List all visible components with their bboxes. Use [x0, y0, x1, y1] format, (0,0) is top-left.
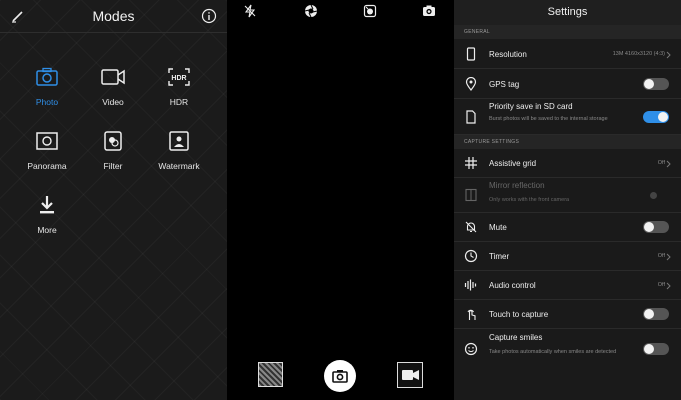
- mode-label: HDR: [169, 97, 189, 107]
- mode-hdr[interactable]: HDR HDR: [144, 66, 214, 107]
- filter-effect-icon[interactable]: [363, 4, 377, 18]
- shutter-button[interactable]: [324, 360, 356, 392]
- grid-icon: [465, 157, 477, 169]
- setting-value: Off: [657, 160, 665, 166]
- mode-video[interactable]: Video: [78, 66, 148, 107]
- timer-icon: [464, 249, 478, 263]
- setting-name: Mirror reflection: [489, 181, 545, 190]
- setting-description: Burst photos will be saved to the intern…: [489, 116, 608, 122]
- mode-watermark[interactable]: Watermark: [144, 130, 214, 171]
- setting-mirror-reflection: Mirror reflection Only works with the fr…: [454, 178, 681, 213]
- setting-resolution[interactable]: Resolution 13M 4160x3120 (4:3): [454, 39, 681, 69]
- hdr-glyph: HDR: [171, 75, 186, 82]
- setting-touch-to-capture[interactable]: Touch to capture: [454, 300, 681, 329]
- mirror-reflection-indicator: [650, 192, 657, 199]
- setting-name: Resolution: [489, 50, 527, 59]
- mode-photo[interactable]: Photo: [12, 66, 82, 107]
- file-icon: [466, 110, 476, 124]
- hdr-icon: HDR: [168, 68, 190, 86]
- video-camera-icon: [402, 370, 419, 380]
- camera-controls: [227, 352, 454, 400]
- setting-name: Priority save in SD card: [489, 102, 573, 111]
- aperture-icon[interactable]: [304, 4, 318, 18]
- setting-description: Take photos automatically when smiles ar…: [489, 349, 617, 355]
- setting-priority-save[interactable]: Priority save in SD card Burst photos wi…: [454, 99, 681, 135]
- priority-save-toggle[interactable]: [643, 111, 669, 123]
- mode-filter[interactable]: Filter: [78, 130, 148, 171]
- setting-name: Timer: [489, 252, 510, 261]
- touch-icon: [467, 309, 476, 320]
- setting-gps-tag[interactable]: GPS tag: [454, 69, 681, 99]
- flash-off-icon[interactable]: [243, 4, 257, 18]
- setting-audio-control[interactable]: Audio control Off: [454, 271, 681, 300]
- mute-bell-icon: [465, 221, 477, 233]
- mode-more[interactable]: More: [12, 194, 82, 235]
- filter-icon: [104, 131, 122, 151]
- settings-title: Settings: [454, 0, 681, 25]
- phone-icon: [466, 47, 476, 61]
- mode-panorama[interactable]: Panorama: [12, 130, 82, 171]
- setting-name: GPS tag: [489, 80, 520, 89]
- settings-panel: Settings GENERAL Resolution 13M 4160x312…: [454, 0, 681, 400]
- mode-label: Video: [102, 97, 124, 107]
- chevron-right-icon: [666, 160, 671, 168]
- mode-label: Photo: [35, 97, 59, 107]
- video-record-button[interactable]: [397, 362, 423, 388]
- modes-header: Modes: [0, 0, 227, 33]
- setting-mute[interactable]: Mute: [454, 213, 681, 242]
- chevron-right-icon: [666, 253, 671, 261]
- modes-title: Modes: [92, 8, 135, 24]
- mirror-icon: [465, 188, 477, 202]
- modes-panel: Modes Photo Video HDR HDR Panorama Filte…: [0, 0, 227, 400]
- setting-assistive-grid[interactable]: Assistive grid Off: [454, 149, 681, 178]
- setting-name: Audio control: [489, 281, 536, 290]
- mode-label: More: [37, 225, 57, 235]
- watermark-icon: [169, 131, 189, 151]
- camera-icon: [332, 370, 348, 383]
- switch-camera-icon[interactable]: [422, 4, 436, 18]
- audio-wave-icon: [464, 279, 477, 291]
- setting-name: Touch to capture: [489, 310, 549, 319]
- mode-label: Filter: [103, 161, 123, 171]
- setting-name: Capture smiles: [489, 333, 543, 342]
- gallery-thumbnail[interactable]: [258, 362, 283, 387]
- camera-viewfinder[interactable]: [227, 0, 454, 400]
- section-general: GENERAL: [454, 25, 681, 39]
- video-camera-icon: [101, 69, 125, 85]
- info-icon[interactable]: [201, 8, 217, 24]
- mute-toggle[interactable]: [643, 221, 669, 233]
- setting-name: Assistive grid: [489, 159, 537, 168]
- touch-to-capture-toggle[interactable]: [643, 308, 669, 320]
- mode-label: Watermark: [158, 161, 200, 171]
- setting-value: Off: [657, 282, 665, 288]
- download-icon: [40, 196, 54, 214]
- camera-icon: [36, 67, 58, 86]
- smile-icon: [464, 342, 478, 356]
- section-capture-settings: CAPTURE SETTINGS: [454, 135, 681, 149]
- setting-name: Mute: [489, 223, 507, 232]
- gps-tag-toggle[interactable]: [643, 78, 669, 90]
- chevron-right-icon: [666, 282, 671, 290]
- setting-timer[interactable]: Timer Off: [454, 242, 681, 271]
- panorama-icon: [36, 132, 58, 150]
- setting-value: 13M 4160x3120 (4:3): [612, 51, 665, 57]
- chevron-right-icon: [666, 51, 671, 59]
- setting-capture-smiles[interactable]: Capture smiles Take photos automatically…: [454, 329, 681, 369]
- setting-description: Only works with the front camera: [489, 197, 570, 203]
- capture-smiles-toggle[interactable]: [643, 343, 669, 355]
- mode-label: Panorama: [27, 161, 67, 171]
- location-pin-icon: [465, 77, 477, 91]
- setting-value: Off: [657, 253, 665, 259]
